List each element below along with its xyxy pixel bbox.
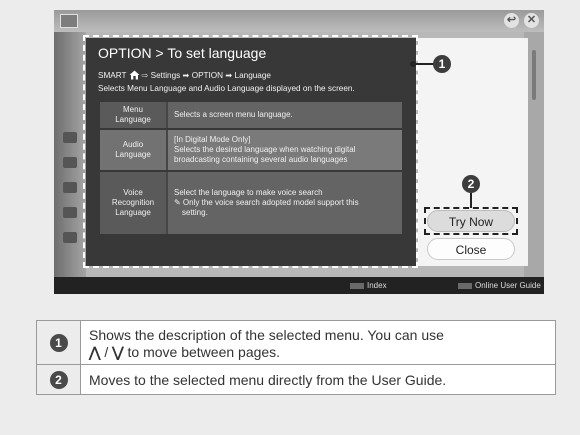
down-arrow-icon: ⋁ [112, 343, 124, 360]
back-icon[interactable]: ↩ [504, 13, 519, 28]
legend-text-a: Shows the description of the selected me… [89, 326, 444, 343]
sidebar-icon[interactable] [63, 207, 77, 218]
legend-row: 1 Shows the description of the selected … [36, 320, 556, 365]
legend-number-cell: 1 [36, 320, 81, 365]
legend-separator: / [104, 343, 109, 360]
highlight-box-try-now [424, 207, 518, 235]
legend-text: Shows the description of the selected me… [80, 320, 556, 365]
highlight-box-description [83, 35, 418, 268]
top-bar: ↩ ✕ [54, 10, 544, 32]
sidebar-icon[interactable] [63, 157, 77, 168]
callout-1: 1 [433, 55, 451, 73]
bottom-bar: Index Online User Guide [54, 277, 544, 294]
legend-row: 2 Moves to the selected menu directly fr… [36, 364, 556, 395]
callout-2: 2 [462, 175, 480, 193]
callout-connector [413, 63, 435, 65]
online-guide-button[interactable]: Online User Guide [458, 281, 541, 290]
sidebar-icon[interactable] [63, 182, 77, 193]
legend-table: 1 Shows the description of the selected … [36, 320, 556, 395]
index-label: Index [367, 281, 387, 290]
scrollbar[interactable] [532, 50, 536, 100]
legend-text: Moves to the selected menu directly from… [80, 364, 556, 395]
page: ↩ ✕ Index Online User Guide OPTION > To … [0, 0, 580, 435]
callout-connector [470, 193, 472, 208]
legend-number-cell: 2 [36, 364, 81, 395]
online-guide-color-key [458, 282, 472, 289]
index-color-key [350, 282, 364, 289]
legend-number: 1 [49, 333, 68, 352]
close-button[interactable]: Close [427, 238, 515, 260]
legend-number: 2 [49, 370, 68, 389]
up-arrow-icon: ⋀ [89, 343, 101, 360]
guide-thumbnail [60, 14, 78, 28]
sidebar-icon[interactable] [63, 132, 77, 143]
index-button[interactable]: Index [350, 281, 387, 290]
sidebar-icon[interactable] [63, 232, 77, 243]
close-icon[interactable]: ✕ [524, 13, 539, 28]
online-guide-label: Online User Guide [475, 281, 541, 290]
legend-text-b: to move between pages. [127, 343, 281, 360]
left-sidebar [54, 32, 86, 277]
